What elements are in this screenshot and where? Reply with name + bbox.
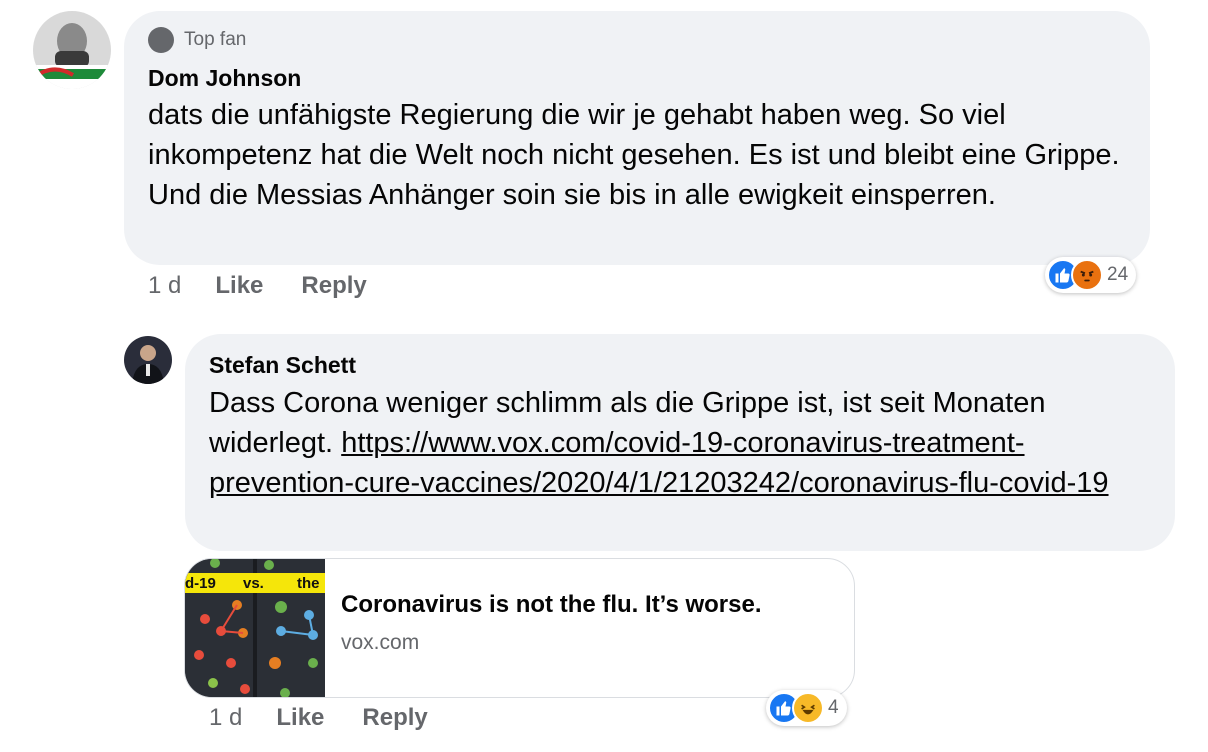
top-fan-badge: Top fan <box>148 27 246 53</box>
thumb-caption-mid: vs. <box>243 575 264 592</box>
reaction-count: 4 <box>828 697 839 718</box>
haha-icon <box>792 692 824 724</box>
comment-text: Dass Corona weniger schlimm als die Grip… <box>209 383 1159 503</box>
thumb-caption-right: the <box>297 575 320 592</box>
link-preview-title[interactable]: Coronavirus is not the flu. It’s worse. <box>341 591 762 619</box>
reply-button[interactable]: Reply <box>362 704 427 732</box>
reaction-count: 24 <box>1107 264 1129 285</box>
link-preview-info: Coronavirus is not the flu. It’s worse. … <box>325 559 762 697</box>
reply-bubble: Stefan Schett Dass Corona weniger schlim… <box>185 334 1175 551</box>
comment-link[interactable]: https://www.vox.com/covid-19-coronavirus… <box>209 427 1109 499</box>
link-preview-thumbnail: d-19 vs. the <box>185 559 325 697</box>
avatar-image <box>33 11 111 89</box>
like-button[interactable]: Like <box>276 704 324 732</box>
like-button[interactable]: Like <box>215 272 263 300</box>
angry-icon <box>1071 259 1103 291</box>
badge-icon <box>148 27 174 53</box>
comment-timestamp[interactable]: 1 d <box>209 704 242 732</box>
avatar-dom-johnson[interactable] <box>33 11 111 89</box>
comment-actions: 1 d Like Reply <box>148 272 405 300</box>
comment-author[interactable]: Stefan Schett <box>209 352 356 379</box>
thumb-caption-left: d-19 <box>185 575 216 592</box>
reaction-summary[interactable]: 24 <box>1045 257 1137 293</box>
comment-bubble: Top fan Dom Johnson dats die unfähigste … <box>124 11 1150 265</box>
reply-actions: 1 d Like Reply <box>209 704 466 732</box>
avatar-stefan-schett[interactable] <box>124 336 172 384</box>
comment-timestamp[interactable]: 1 d <box>148 272 181 300</box>
avatar-image <box>124 336 172 384</box>
link-preview-card[interactable]: d-19 vs. the Coronavirus is not the flu.… <box>184 558 855 698</box>
comment-author[interactable]: Dom Johnson <box>148 65 301 92</box>
reaction-summary[interactable]: 4 <box>766 690 847 726</box>
badge-label: Top fan <box>184 29 247 50</box>
link-preview-domain: vox.com <box>341 631 420 654</box>
reply-button[interactable]: Reply <box>301 272 366 300</box>
comment-text: dats die unfähigste Regierung die wir je… <box>148 99 1120 211</box>
